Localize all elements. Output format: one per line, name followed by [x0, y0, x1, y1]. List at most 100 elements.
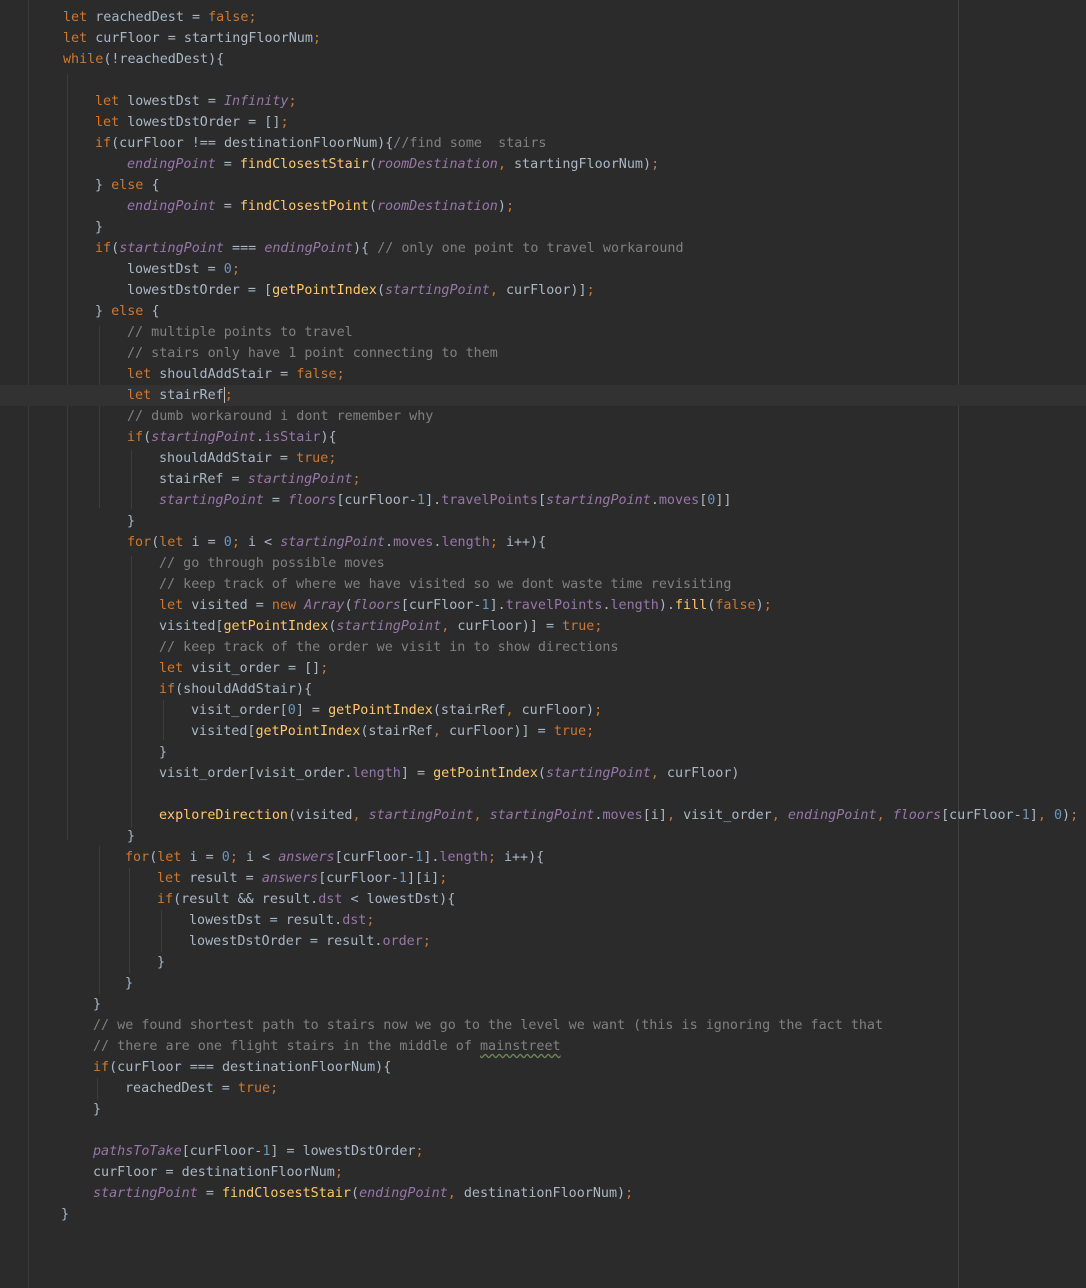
code-line[interactable]: reachedDest = true;	[0, 1078, 1086, 1099]
code-token: startingPoint	[545, 766, 651, 781]
code-token: curFloor)] =	[457, 619, 563, 634]
code-line[interactable]: visited[getPointIndex(stairRef, curFloor…	[0, 721, 1086, 742]
code-token: }	[127, 514, 136, 529]
code-line[interactable]: if(result && result.dst < lowestDst){	[0, 889, 1086, 910]
code-line[interactable]: lowestDstOrder = result.order;	[0, 931, 1086, 952]
code-token: lowestDst =	[127, 262, 224, 277]
code-editor[interactable]: let reachedDest = false; let curFloor = s…	[0, 0, 1086, 1288]
code-token: }	[159, 745, 168, 760]
code-token: stairRef	[159, 388, 224, 403]
code-line[interactable]: shouldAddStair = true;	[0, 448, 1086, 469]
code-line[interactable]: let shouldAddStair = false;	[0, 364, 1086, 385]
code-line[interactable]: if(curFloor === destinationFloorNum){	[0, 1057, 1086, 1078]
code-line[interactable]: let curFloor = startingFloorNum;	[0, 28, 1086, 49]
code-line[interactable]: visit_order[visit_order.length] = getPoi…	[0, 763, 1086, 784]
code-line[interactable]: }	[0, 511, 1086, 532]
code-line[interactable]: if(startingPoint.isStair){	[0, 427, 1086, 448]
code-line[interactable]: }	[0, 994, 1086, 1015]
code-token: }	[61, 1207, 70, 1222]
code-line[interactable]: }	[0, 1204, 1086, 1225]
code-line[interactable]: exploreDirection(visited, startingPoint,…	[0, 805, 1086, 826]
code-line[interactable]: endingPoint = findClosestPoint(roomDesti…	[0, 196, 1086, 217]
code-line[interactable]	[0, 784, 1086, 805]
code-line[interactable]: let lowestDstOrder = [];	[0, 112, 1086, 133]
code-token: (!reachedDest){	[103, 52, 225, 67]
code-line[interactable]: let result = answers[curFloor-1][i];	[0, 868, 1086, 889]
code-line[interactable]: endingPoint = findClosestStair(roomDesti…	[0, 154, 1086, 175]
code-token: i =	[191, 535, 224, 550]
code-token: let	[157, 871, 190, 886]
code-line[interactable]: for(let i = 0; i < startingPoint.moves.l…	[0, 532, 1086, 553]
code-line[interactable]: let stairRef;	[0, 385, 1086, 406]
code-line[interactable]: // we found shortest path to stairs now …	[0, 1015, 1086, 1036]
code-line[interactable]: lowestDstOrder = [getPointIndex(starting…	[0, 280, 1086, 301]
code-line[interactable]: if(curFloor !== destinationFloorNum){//f…	[0, 133, 1086, 154]
code-line[interactable]: visited[getPointIndex(startingPoint, cur…	[0, 616, 1086, 637]
code-line[interactable]: }	[0, 1099, 1086, 1120]
code-line[interactable]: stairRef = startingPoint;	[0, 469, 1086, 490]
code-token: getPointIndex	[328, 703, 433, 718]
code-token: ;	[763, 598, 772, 613]
code-line[interactable]	[0, 70, 1086, 91]
code-line[interactable]: }	[0, 217, 1086, 238]
code-line[interactable]: // stairs only have 1 point connecting t…	[0, 343, 1086, 364]
code-line[interactable]: let reachedDest = false;	[0, 7, 1086, 28]
code-line[interactable]: startingPoint = floors[curFloor-1].trave…	[0, 490, 1086, 511]
code-line[interactable]: lowestDst = 0;	[0, 259, 1086, 280]
code-token: isStair	[264, 430, 321, 445]
code-line[interactable]: curFloor = destinationFloorNum;	[0, 1162, 1086, 1183]
code-line[interactable]: if(startingPoint === endingPoint){ // on…	[0, 238, 1086, 259]
code-token: ;	[231, 535, 248, 550]
code-token: // there are one flight stairs in the mi…	[93, 1039, 480, 1054]
code-token: roomDestination	[376, 157, 498, 172]
code-token: visit_order	[683, 808, 772, 823]
code-line[interactable]: while(!reachedDest){	[0, 49, 1086, 70]
code-token: [	[537, 493, 546, 508]
code-line[interactable]: let visit_order = [];	[0, 658, 1086, 679]
code-line[interactable]: // keep track of where we have visited s…	[0, 574, 1086, 595]
code-token: lowestDstOrder = [	[127, 283, 273, 298]
code-line[interactable]: }	[0, 973, 1086, 994]
code-line[interactable]: let lowestDst = Infinity;	[0, 91, 1086, 112]
code-line[interactable]: visit_order[0] = getPointIndex(stairRef,…	[0, 700, 1086, 721]
code-token: if	[93, 1060, 110, 1075]
code-line[interactable]: startingPoint = findClosestStair(endingP…	[0, 1183, 1086, 1204]
code-token: (stairRef	[360, 724, 433, 739]
code-line[interactable]: // keep track of the order we visit in t…	[0, 637, 1086, 658]
code-token: .	[650, 493, 659, 508]
code-line[interactable]	[0, 1120, 1086, 1141]
code-line[interactable]: // multiple points to travel	[0, 322, 1086, 343]
code-token: if	[95, 136, 112, 151]
code-token: endingPoint	[787, 808, 877, 823]
code-token: ,	[447, 1186, 464, 1201]
code-line[interactable]: pathsToTake[curFloor-1] = lowestDstOrder…	[0, 1141, 1086, 1162]
code-token: answers	[261, 871, 319, 886]
code-line[interactable]: // dumb workaround i dont remember why	[0, 406, 1086, 427]
code-token: }	[125, 976, 134, 991]
code-token: ,	[489, 283, 506, 298]
code-line[interactable]: }	[0, 742, 1086, 763]
code-line[interactable]: if(shouldAddStair){	[0, 679, 1086, 700]
code-token: }	[93, 997, 102, 1012]
code-token: (	[143, 430, 152, 445]
code-line[interactable]: // there are one flight stairs in the mi…	[0, 1036, 1086, 1057]
code-line[interactable]: }	[0, 952, 1086, 973]
code-token: ;	[334, 1165, 343, 1180]
code-token: endingPoint	[127, 199, 216, 214]
code-line[interactable]: } else {	[0, 301, 1086, 322]
code-line[interactable]: }	[0, 826, 1086, 847]
code-line[interactable]: lowestDst = result.dst;	[0, 910, 1086, 931]
code-line[interactable]: let visited = new Array(floors[curFloor-…	[0, 595, 1086, 616]
code-line[interactable]: } else {	[0, 175, 1086, 196]
code-token: let	[159, 535, 192, 550]
code-line[interactable]: // go through possible moves	[0, 553, 1086, 574]
code-token: getPointIndex	[223, 619, 329, 634]
code-token: [curFloor-	[336, 493, 417, 508]
code-token: else	[111, 304, 152, 319]
code-token: length	[352, 766, 401, 781]
code-token: // only one point to travel workaround	[377, 241, 684, 256]
code-token: (	[344, 598, 353, 613]
code-line[interactable]: for(let i = 0; i < answers[curFloor-1].l…	[0, 847, 1086, 868]
code-token: order	[382, 934, 423, 949]
code-token: startingPoint	[151, 430, 256, 445]
